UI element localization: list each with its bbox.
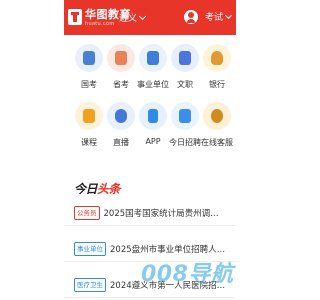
- grid-item-zhaopin[interactable]: 今日招聘: [168, 102, 202, 152]
- grid-item-label: 今日招聘: [169, 138, 201, 147]
- headline-title-part2: 头条: [97, 182, 121, 196]
- news-tag: 事业单位: [74, 241, 106, 256]
- chevron-down-icon: [138, 12, 147, 20]
- calendar-icon: [171, 102, 199, 130]
- grid-item-kefu[interactable]: 在线客服: [200, 102, 234, 152]
- exam-label: 考试: [205, 13, 224, 23]
- headset-icon: [203, 102, 231, 130]
- city-selector[interactable]: 遵义: [119, 11, 147, 24]
- news-tag: 公务员: [74, 205, 100, 220]
- grid-item-app[interactable]: APP: [136, 102, 170, 152]
- grid-item-label: 银行: [209, 80, 225, 89]
- grid-item-label: APP: [145, 137, 161, 146]
- grid-item-shiye[interactable]: 事业单位: [136, 44, 170, 94]
- grid-item-shengkao[interactable]: 省考: [104, 44, 138, 94]
- grid-item-label: 省考: [113, 80, 129, 89]
- grid-item-yinhang[interactable]: 银行: [200, 44, 234, 94]
- headline-title: 今日 头条: [74, 180, 121, 197]
- grid-item-label: 事业单位: [137, 80, 169, 89]
- headline-title-part1: 今日: [74, 182, 98, 196]
- play-icon: [107, 102, 135, 130]
- badge-icon: [139, 44, 167, 72]
- grid-item-wenzhi[interactable]: 文职: [168, 44, 202, 94]
- chevron-down-icon: [224, 11, 233, 19]
- grid-item-label: 在线客服: [201, 138, 233, 147]
- grid-item-label: 国考: [81, 80, 97, 89]
- document-icon: [107, 44, 135, 72]
- news-title: 2025盘州市事业单位招聘人员...: [110, 244, 228, 255]
- coin-bag-icon: [203, 44, 231, 72]
- phone-icon: [139, 102, 167, 130]
- grid-item-kecheng[interactable]: 课程: [72, 102, 106, 152]
- city-label: 遵义: [119, 14, 138, 24]
- grid-item-guokao[interactable]: 国考: [72, 44, 106, 94]
- grid-item-label: 课程: [81, 138, 97, 147]
- top-header: 华图教育 huatu.com 遵义 考试: [64, 0, 236, 35]
- watermark-text: 008导航: [141, 262, 234, 287]
- grid-item-label: 直播: [113, 138, 129, 147]
- logo-mark-icon: [68, 9, 82, 25]
- news-title: 2025国考国家统计局贵州调查...: [103, 208, 222, 219]
- watermark: 008导航: [141, 256, 233, 288]
- building-icon: [75, 44, 103, 72]
- mobile-page: 华图教育 huatu.com 遵义 考试 国考 省考 事业单位 文职 银行 课程…: [64, 0, 236, 300]
- book-icon: [171, 44, 199, 72]
- news-item[interactable]: 公务员 2025国考国家统计局贵州调查...: [64, 200, 236, 226]
- exam-selector[interactable]: 考试: [205, 10, 233, 23]
- grid-item-label: 文职: [177, 80, 193, 89]
- grid-item-zhibo[interactable]: 直播: [104, 102, 138, 152]
- book-open-icon: [75, 102, 103, 130]
- news-tag: 医疗卫生: [74, 277, 106, 292]
- user-icon[interactable]: [184, 10, 198, 24]
